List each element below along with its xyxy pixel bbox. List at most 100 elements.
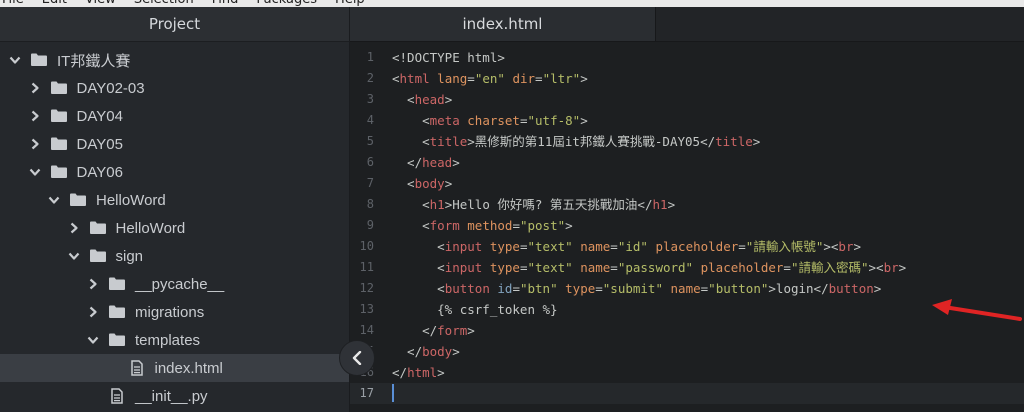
menu-item[interactable]: File [0,0,26,7]
menu-item[interactable]: Help [333,0,367,7]
tree-folder[interactable]: migrations [0,298,349,326]
chevron-right-icon[interactable] [28,109,42,123]
code-token: placeholder [655,239,739,254]
code-line: 15 </body> [350,341,1024,362]
tree-folder[interactable]: DAY05 [0,130,349,158]
code-token: < [392,113,430,128]
code-token: = [512,218,520,233]
tree-folder[interactable]: HelloWord [0,214,349,242]
line-number: 6 [366,155,374,169]
code-token: name [580,260,611,275]
editor-pane: index.html 1 <!DOCTYPE html> 2 <html lang="… [350,7,1024,412]
menu-item[interactable]: Selection [132,0,196,7]
tree-file[interactable]: index.html [0,354,349,382]
folder-icon [50,164,68,180]
code-line: 9 <form method="post"> [350,215,1024,236]
code-line: 10 <input type="text" name="id" placehol… [350,236,1024,257]
code-token: method [467,218,513,233]
code-token: name [670,281,701,296]
chevron-down-icon[interactable] [67,249,81,263]
tree-folder[interactable]: sign [0,242,349,270]
code-token: = [595,281,603,296]
file-icon [128,360,146,376]
code-token: > [452,155,460,170]
tree-item-label: HelloWord [115,219,186,237]
chevron-right-icon[interactable] [28,137,42,151]
code-token: "password" [617,260,694,275]
code-token: </ [392,365,408,380]
code-line: 4 <meta charset="utf-8"> [350,110,1024,131]
tree-folder[interactable]: templates [0,326,349,354]
code-token: "ltr" [542,71,581,86]
code-token: body [422,344,453,359]
code-line: 14 </form> [350,320,1024,341]
folder-icon [50,136,68,152]
code-token: html [407,365,438,380]
code-token: > [667,197,676,212]
menu-item[interactable]: Find [210,0,241,7]
code-text: </html> [392,362,445,383]
line-number: 3 [366,92,374,106]
chevron-right-icon[interactable] [67,221,81,235]
menu-item[interactable]: View [83,0,118,7]
code-token: "text" [527,260,573,275]
code-text: <input type="text" name="id" placeholder… [392,236,861,257]
code-text: <input type="text" name="password" place… [392,257,906,278]
code-token: <!DOCTYPE html> [392,50,505,65]
code-area[interactable]: 1 <!DOCTYPE html> 2 <html lang="en" dir="lt… [350,41,1024,412]
tree-folder[interactable]: __pycache__ [0,270,349,298]
code-token: "text" [527,239,573,254]
chevron-right-icon[interactable] [86,277,100,291]
code-line: 13 {% csrf_token %} [350,299,1024,320]
menu-item[interactable]: Packages [254,0,319,7]
chevron-down-icon[interactable] [28,165,42,179]
tree-item-label: DAY02-03 [76,79,145,97]
code-token: < [392,71,400,86]
code-token: br [883,260,899,275]
line-number: 12 [359,281,374,295]
sidebar-title: Project [0,7,349,42]
tree-file[interactable]: __init__.py [0,382,349,410]
code-token: = [519,113,528,128]
code-line: 17 [350,383,1024,404]
folder-icon [89,248,107,264]
code-token: > [580,113,588,128]
chevron-right-icon[interactable] [86,305,100,319]
tab-bar: index.html [350,7,1024,42]
line-number: 7 [366,176,374,190]
chevron-down-icon[interactable] [47,193,61,207]
tree-folder[interactable]: HelloWord [0,186,349,214]
code-token: {% csrf_token %} [392,302,558,317]
file-icon [108,388,126,404]
tree-folder[interactable]: IT邦鐵人賽 [0,46,349,74]
code-token: < [392,134,430,149]
folder-icon [30,52,48,68]
code-token: "utf-8" [527,113,581,128]
tab-index-html[interactable]: index.html [350,7,656,41]
code-token: "請輸入帳號" [745,239,824,254]
code-token: type [489,239,520,254]
code-line: 11 <input type="text" name="password" pl… [350,257,1024,278]
folder-icon [50,80,68,96]
code-token: type [565,281,596,296]
menu-item[interactable]: Edit [40,0,69,7]
code-token: = [467,71,475,86]
code-token: < [392,281,445,296]
folder-icon [108,276,126,292]
tree-item-label: __pycache__ [135,275,225,293]
tree-folder[interactable]: DAY06 [0,158,349,186]
menu-items: File Edit View Selection Find Packages Help [0,0,367,7]
code-line: 8 <h1>Hello 你好嗎? 第五天挑戰加油</h1> [350,194,1024,215]
code-token: < [392,260,445,275]
code-token: = [610,260,618,275]
chevron-down-icon[interactable] [86,333,100,347]
code-line: 5 <title>黑修斯的第11屆it邦鐵人賽挑戰-DAY05</title> [350,131,1024,152]
folder-icon [108,304,126,320]
code-line: 12 <button id="btn" type="submit" name="… [350,278,1024,299]
tree-folder[interactable]: DAY02-03 [0,74,349,102]
code-token: < [392,239,445,254]
chevron-down-icon[interactable] [8,53,22,67]
chevron-right-icon[interactable] [28,81,42,95]
collapse-sidebar-button[interactable] [339,340,375,376]
tree-folder[interactable]: DAY04 [0,102,349,130]
